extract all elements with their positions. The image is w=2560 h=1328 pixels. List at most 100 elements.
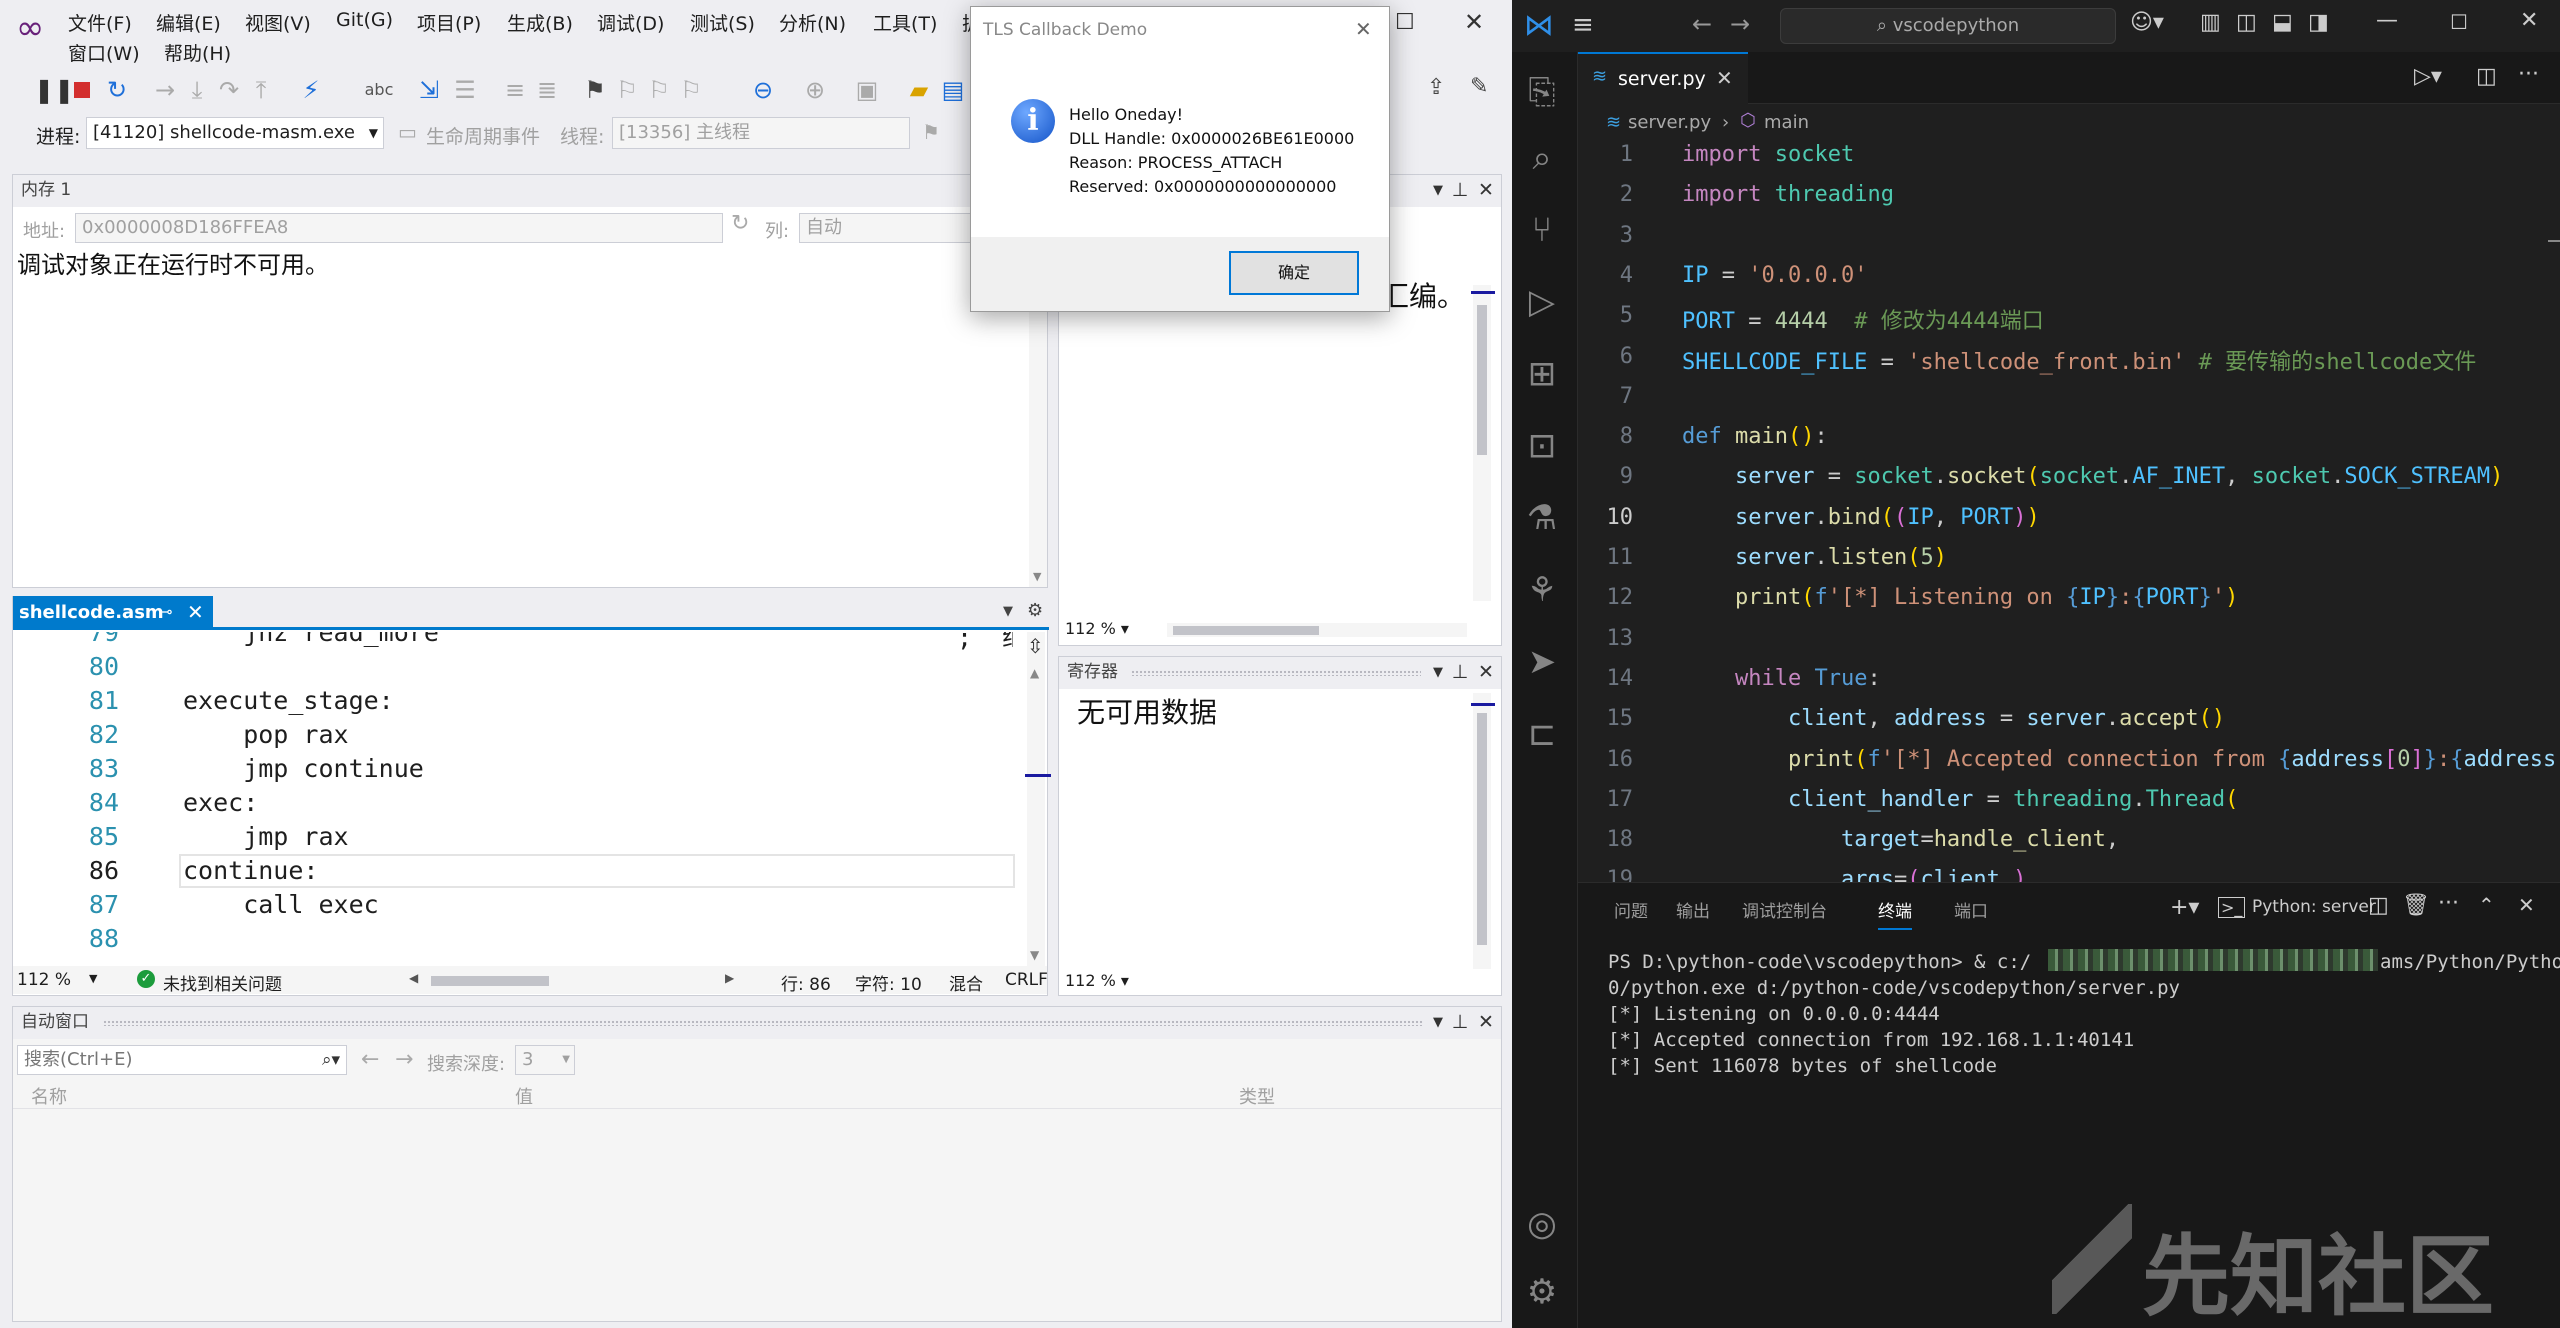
maximize-icon[interactable]: ☐ xyxy=(1395,10,1415,35)
autos-dropdown-icon[interactable]: ▼ xyxy=(1427,1015,1449,1030)
issues-status[interactable]: 未找到相关问题 xyxy=(163,970,282,995)
save-icon[interactable]: ▤ xyxy=(938,75,968,105)
column-value-header[interactable]: 值 xyxy=(515,1083,533,1109)
minimize-icon[interactable]: — xyxy=(2376,8,2398,33)
tab-mode[interactable]: 混合 xyxy=(949,970,983,995)
menu-build[interactable]: 生成(B) xyxy=(507,9,573,36)
remote-explorer-icon[interactable]: ⊡ xyxy=(1512,414,1572,478)
hot-reload-icon[interactable]: ⚡ xyxy=(296,75,326,105)
manage-gear-icon[interactable]: ⚙ xyxy=(1512,1260,1572,1324)
menu-analyze[interactable]: 分析(N) xyxy=(779,9,846,36)
eol-indicator[interactable]: CRLF xyxy=(1005,970,1048,990)
deploy-icon[interactable]: ➤ xyxy=(1512,630,1572,694)
panel-tab[interactable]: 端口 xyxy=(1954,897,1988,922)
panel-tab[interactable]: 问题 xyxy=(1614,897,1648,922)
dropdown-tabs-icon[interactable]: ▼ xyxy=(1003,604,1013,619)
column-name[interactable]: 名称 xyxy=(31,1083,67,1109)
close-tab-icon[interactable]: ✕ xyxy=(187,600,204,624)
menu-hamburger-icon[interactable]: ≡ xyxy=(1572,10,1594,40)
line-indicator[interactable]: 行: 86 xyxy=(781,970,831,995)
registers-close-icon[interactable]: ✕ xyxy=(1475,661,1497,683)
scroll-right-icon[interactable]: ▶ xyxy=(725,971,734,985)
breadcrumb-symbol[interactable]: main xyxy=(1764,112,1809,133)
editor-code[interactable]: 79 jnz read_more ; 继续 80 81 execute_stage: 82… xyxy=(13,632,1013,962)
menu-tools[interactable]: 工具(T) xyxy=(873,9,937,36)
menu-git[interactable]: Git(G) xyxy=(336,9,393,31)
search-depth-select[interactable]: 3 ▼ xyxy=(515,1045,575,1075)
menu-edit[interactable]: 编辑(E) xyxy=(156,9,221,36)
editor-hscroll[interactable] xyxy=(427,974,717,988)
pause-icon[interactable]: ❚❚ xyxy=(34,75,74,105)
autos-close-icon[interactable]: ✕ xyxy=(1475,1011,1497,1033)
split-icon[interactable]: ⇳ xyxy=(1027,634,1044,658)
prev-bookmark-icon[interactable]: ⚐ xyxy=(612,75,642,105)
layout-icon[interactable]: ▥ xyxy=(2200,10,2221,35)
disasm-hscroll[interactable] xyxy=(1167,623,1467,637)
kill-terminal-icon[interactable]: 🗑 xyxy=(2402,893,2430,918)
maximize-panel-icon[interactable]: ⌃ xyxy=(2478,893,2495,917)
code-editor[interactable]: 1234567891011121314151617181920212223 im… xyxy=(1578,136,2560,882)
step-into-icon[interactable]: ⤓ xyxy=(182,75,212,105)
uncomment-icon[interactable]: ≣ xyxy=(532,75,562,105)
solution-icon[interactable]: ▣ xyxy=(852,75,882,105)
feedback-icon[interactable]: ✎ xyxy=(1470,74,1488,99)
scroll-left-icon[interactable]: ◀ xyxy=(409,971,418,985)
process-select[interactable]: [41120] shellcode-masm.exe ▼ xyxy=(86,117,384,149)
step-over-icon[interactable]: ↷ xyxy=(214,75,244,105)
command-center[interactable]: ⌕ vscodepython xyxy=(1780,8,2116,44)
panel-tab[interactable]: 终端 xyxy=(1878,897,1912,930)
close-icon[interactable]: ✕ xyxy=(1464,8,1484,36)
editor-vscroll[interactable]: ⇳ ▲ ▼ xyxy=(1025,632,1051,966)
timeline-icon[interactable]: ⊏ xyxy=(1512,702,1572,766)
stop-icon[interactable] xyxy=(74,82,90,98)
panel-tab[interactable]: 输出 xyxy=(1676,897,1710,922)
address-input[interactable]: 0x0000008D186FFEA8 xyxy=(75,213,723,243)
editor-zoom[interactable]: 112 % xyxy=(17,970,71,990)
close-server-tab-icon[interactable]: ✕ xyxy=(1716,66,1733,90)
lifecycle-events-button[interactable]: 生命周期事件 xyxy=(426,122,540,149)
testing-icon[interactable]: ⚗ xyxy=(1512,486,1572,550)
pin-icon[interactable]: ⊥ xyxy=(1449,179,1471,201)
menu-test[interactable]: 测试(S) xyxy=(690,9,755,36)
next-bookmark-icon[interactable]: ⚐ xyxy=(644,75,674,105)
registers-vscroll[interactable] xyxy=(1471,693,1495,969)
extensions-icon[interactable]: ⊞ xyxy=(1512,342,1572,406)
split-editor-icon[interactable]: ◫ xyxy=(2476,64,2497,89)
flag-icon[interactable]: ⚑ xyxy=(922,120,940,144)
disasm-vscroll[interactable] xyxy=(1471,285,1495,601)
forward-arrow-icon[interactable]: → xyxy=(395,1047,413,1072)
menu-file[interactable]: 文件(F) xyxy=(68,9,132,36)
docker-icon[interactable]: ⚘ xyxy=(1512,558,1572,622)
share-icon[interactable]: ⇪ xyxy=(1427,75,1445,100)
clear-bookmarks-icon[interactable]: ⚐ xyxy=(676,75,706,105)
show-next-statement-icon[interactable]: → xyxy=(150,75,180,105)
nav-back-icon[interactable]: ← xyxy=(1692,10,1712,38)
lifecycle-icon[interactable]: ▭ xyxy=(398,120,417,144)
accounts-icon[interactable]: ◎ xyxy=(1512,1192,1572,1256)
menu-project[interactable]: 项目(P) xyxy=(417,9,481,36)
registers-pin-icon[interactable]: ⊥ xyxy=(1449,661,1471,683)
menu-help[interactable]: 帮助(H) xyxy=(164,39,231,66)
run-file-icon[interactable]: ▷▾ xyxy=(2414,64,2442,89)
split-terminal-icon[interactable]: ◫ xyxy=(2368,893,2389,918)
back-arrow-icon[interactable]: ← xyxy=(361,1047,379,1072)
settings-icon[interactable]: ⚙ xyxy=(1027,600,1043,621)
spellcheck-icon[interactable]: abc xyxy=(364,75,394,105)
ok-button[interactable]: 确定 xyxy=(1229,251,1359,295)
registers-dropdown-icon[interactable]: ▼ xyxy=(1427,665,1449,680)
autos-search-input[interactable]: 搜索(Ctrl+E) ⌕▾ xyxy=(17,1045,347,1075)
search-view-icon[interactable]: ⌕ xyxy=(1512,126,1572,190)
restart-icon[interactable]: ↻ xyxy=(102,75,132,105)
restore-icon[interactable]: ☐ xyxy=(2450,10,2468,34)
close-disasm-icon[interactable]: ✕ xyxy=(1475,179,1497,201)
registers-zoom[interactable]: 112 % ▾ xyxy=(1059,969,1151,995)
open-folder-icon[interactable]: ▰ xyxy=(904,75,934,105)
autos-pin-icon[interactable]: ⊥ xyxy=(1449,1011,1471,1033)
menu-debug[interactable]: 调试(D) xyxy=(597,9,664,36)
step-out-icon[interactable]: ⤒ xyxy=(246,75,276,105)
column-type[interactable]: 类型 xyxy=(1239,1083,1275,1109)
copilot-icon[interactable]: ☺▾ xyxy=(2130,10,2164,35)
more-actions-icon[interactable]: ··· xyxy=(2518,62,2539,87)
disasm-zoom[interactable]: 112 % ▾ xyxy=(1059,617,1151,643)
explorer-icon[interactable]: ⎘ xyxy=(1512,60,1572,124)
